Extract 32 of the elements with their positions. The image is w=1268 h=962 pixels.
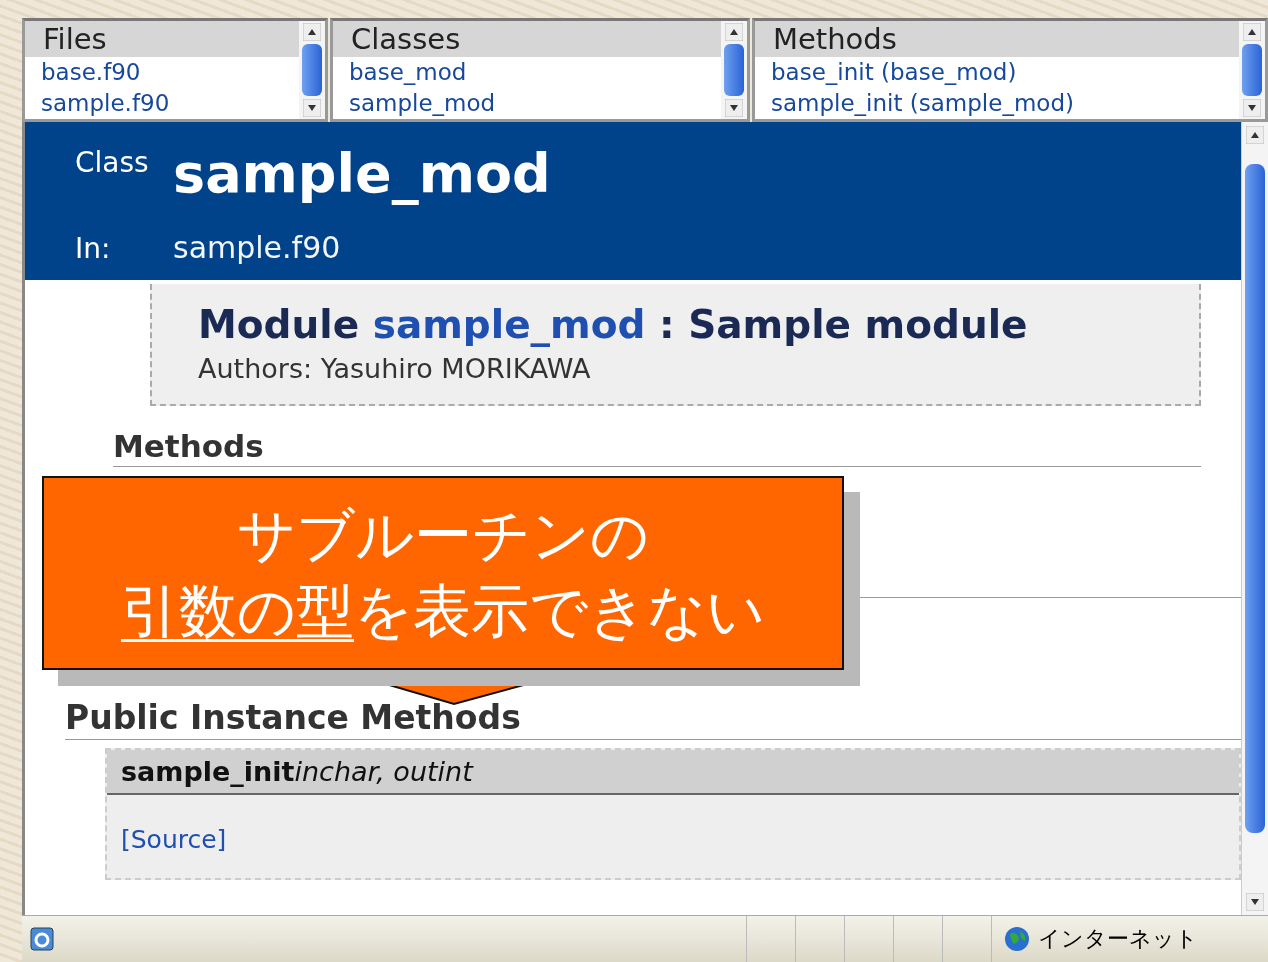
method-signature: sample_initinchar, outint bbox=[107, 750, 1239, 795]
class-name: sample_mod bbox=[173, 144, 552, 204]
frame-link[interactable]: base_init (base_mod) bbox=[755, 57, 1239, 88]
in-label: In: bbox=[75, 231, 112, 265]
module-link[interactable]: sample_mod bbox=[372, 302, 646, 347]
globe-icon bbox=[1004, 926, 1030, 952]
frame-link[interactable]: base_mod bbox=[333, 57, 721, 88]
scroll-down-icon[interactable] bbox=[725, 99, 743, 117]
frame-link[interactable]: sample.f90 bbox=[25, 88, 299, 119]
callout-text: 引数の型を表示できない bbox=[121, 576, 765, 647]
scroll-down-icon[interactable] bbox=[1243, 99, 1261, 117]
scroll-up-icon[interactable] bbox=[303, 23, 321, 41]
source-file-link[interactable]: sample.f90 bbox=[173, 229, 1191, 265]
frame-title: Methods bbox=[755, 21, 1239, 57]
scroll-up-icon[interactable] bbox=[1243, 23, 1261, 41]
section-heading: Methods bbox=[113, 426, 1201, 467]
source-link[interactable]: [Source] bbox=[121, 825, 227, 854]
browser-page-icon bbox=[28, 925, 56, 953]
frame-link[interactable]: sample_mod bbox=[333, 88, 721, 119]
module-title: Module sample_mod : Sample module bbox=[198, 302, 1029, 347]
frame-title: Classes bbox=[333, 21, 721, 57]
frame-link[interactable]: sample_init (sample_mod) bbox=[755, 88, 1239, 119]
frame-link[interactable]: base.f90 bbox=[25, 57, 299, 88]
callout-text: サブルーチンの bbox=[237, 500, 649, 571]
scroll-up-icon[interactable] bbox=[1246, 126, 1264, 144]
authors-text: Authors: Yasuhiro MORIKAWA bbox=[198, 353, 592, 384]
scroll-up-icon[interactable] bbox=[725, 23, 743, 41]
scroll-down-icon[interactable] bbox=[1246, 893, 1264, 911]
class-label: Class bbox=[75, 145, 150, 179]
scroll-down-icon[interactable] bbox=[303, 99, 321, 117]
frame-title: Files bbox=[25, 21, 299, 57]
security-zone-text: インターネット bbox=[1038, 925, 1198, 953]
